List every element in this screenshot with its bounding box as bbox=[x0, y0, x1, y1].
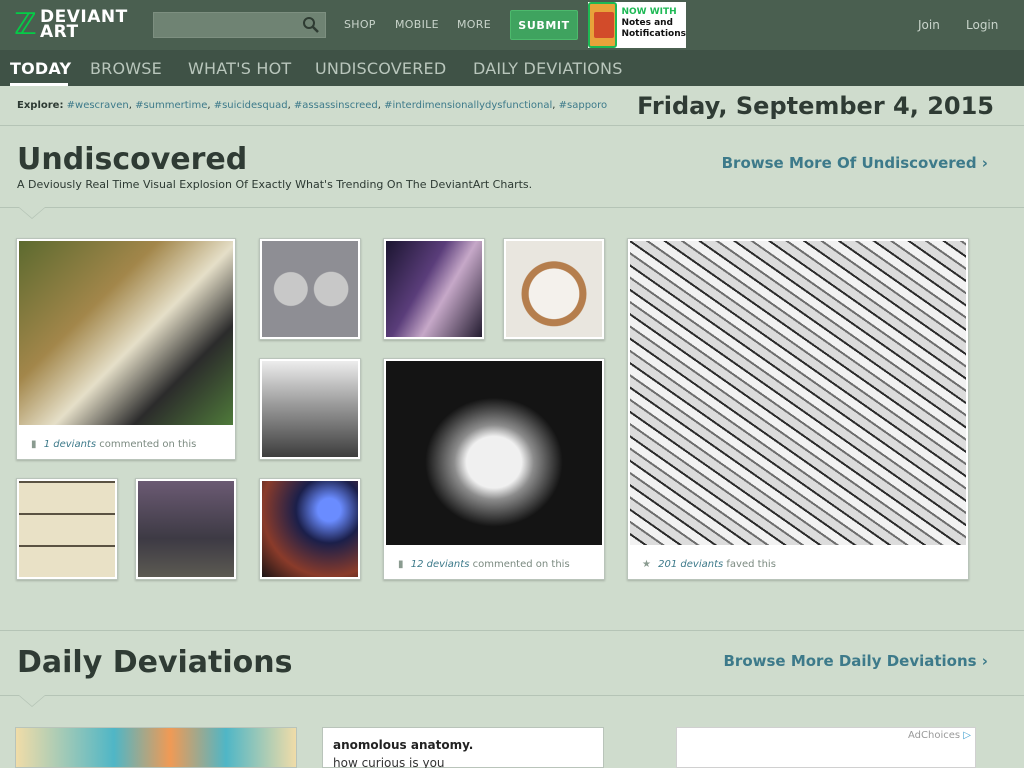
deviation-card[interactable] bbox=[15, 727, 297, 768]
journal-title[interactable]: anomolous anatomy. bbox=[333, 738, 593, 752]
deviantart-logo[interactable]: ℤ DEVIANT ART bbox=[14, 8, 132, 42]
deviation-card[interactable] bbox=[259, 478, 361, 580]
deviation-thumbnail[interactable] bbox=[19, 241, 233, 425]
tag-link[interactable]: #interdimensionallydysfunctional bbox=[384, 100, 552, 111]
deviation-thumbnail[interactable] bbox=[262, 481, 358, 577]
star-icon: ★ bbox=[642, 559, 651, 570]
tag-link[interactable]: #summertime bbox=[135, 100, 207, 111]
logo-text: DEVIANT ART bbox=[40, 7, 128, 42]
deviation-card[interactable] bbox=[259, 358, 361, 460]
deviation-thumbnail[interactable] bbox=[630, 241, 966, 545]
adchoices-icon: ▷ bbox=[963, 730, 971, 741]
deviation-card[interactable] bbox=[135, 478, 237, 580]
deviation-thumbnail[interactable] bbox=[386, 241, 482, 337]
tab-whats-hot[interactable]: WHAT'S HOT bbox=[188, 59, 291, 78]
deviation-thumbnail[interactable] bbox=[506, 241, 602, 337]
search-icon[interactable] bbox=[302, 16, 320, 34]
deviation-card[interactable]: ★ 201 deviants faved this bbox=[627, 238, 969, 580]
browse-more-undiscovered-link[interactable]: Browse More Of Undiscovered › bbox=[722, 154, 988, 172]
explore-tags: Explore: #wescraven, #summertime, #suici… bbox=[17, 100, 608, 111]
deviation-card[interactable]: ▮ 1 deviants commented on this bbox=[16, 238, 236, 460]
comment-icon: ▮ bbox=[398, 559, 404, 570]
deviation-thumbnail[interactable] bbox=[262, 361, 358, 457]
journal-excerpt: how curious is you bbox=[333, 756, 445, 768]
section-title-daily-deviations: Daily Deviations bbox=[17, 645, 293, 680]
deviation-thumbnail[interactable] bbox=[19, 481, 115, 577]
deviation-thumbnail[interactable] bbox=[138, 481, 234, 577]
deviation-card[interactable] bbox=[259, 238, 361, 340]
submit-button[interactable]: SUBMIT bbox=[510, 10, 578, 40]
deviation-card[interactable] bbox=[503, 238, 605, 340]
tab-browse[interactable]: BROWSE bbox=[90, 59, 162, 78]
search-input[interactable] bbox=[153, 12, 326, 38]
adchoices-link[interactable]: AdChoices ▷ bbox=[908, 730, 971, 741]
deviation-card[interactable] bbox=[16, 478, 118, 580]
tab-today[interactable]: TODAY bbox=[10, 59, 71, 78]
nav-more[interactable]: MORE bbox=[457, 18, 491, 31]
nav-shop[interactable]: SHOP bbox=[344, 18, 376, 31]
journal-card[interactable]: anomolous anatomy. how curious is you bbox=[322, 727, 604, 768]
tag-link[interactable]: #suicidesquad bbox=[214, 100, 288, 111]
advertisement[interactable]: AdChoices ▷ bbox=[676, 727, 976, 768]
section-title-undiscovered: Undiscovered bbox=[17, 142, 248, 177]
tab-daily-deviations[interactable]: DAILY DEVIATIONS bbox=[473, 59, 623, 78]
comment-icon: ▮ bbox=[31, 439, 37, 450]
join-link[interactable]: Join bbox=[918, 18, 940, 32]
browse-more-daily-deviations-link[interactable]: Browse More Daily Deviations › bbox=[724, 652, 989, 670]
tag-link[interactable]: #wescraven bbox=[67, 100, 129, 111]
deviation-thumbnail[interactable] bbox=[262, 241, 358, 337]
deviation-thumbnail[interactable] bbox=[386, 361, 602, 545]
section-subtitle: A Deviously Real Time Visual Explosion O… bbox=[17, 178, 533, 191]
nav-mobile[interactable]: MOBILE bbox=[395, 18, 439, 31]
page-date: Friday, September 4, 2015 bbox=[637, 92, 994, 120]
deviation-card[interactable] bbox=[383, 238, 485, 340]
tag-link[interactable]: #assassinscreed bbox=[294, 100, 378, 111]
top-header: ℤ DEVIANT ART SHOP MOBILE MORE SUBMIT NO… bbox=[0, 0, 1024, 50]
tag-link[interactable]: #sapporo bbox=[559, 100, 608, 111]
mobile-promo-banner[interactable]: NOW WITH Notes and Notifications bbox=[588, 2, 686, 48]
login-link[interactable]: Login bbox=[966, 18, 998, 32]
deviantart-logo-icon: ℤ bbox=[14, 7, 37, 42]
deviation-card[interactable]: ▮ 12 deviants commented on this bbox=[383, 358, 605, 580]
phone-icon bbox=[588, 2, 618, 48]
active-tab-indicator bbox=[10, 83, 68, 86]
tab-undiscovered[interactable]: UNDISCOVERED bbox=[315, 59, 446, 78]
